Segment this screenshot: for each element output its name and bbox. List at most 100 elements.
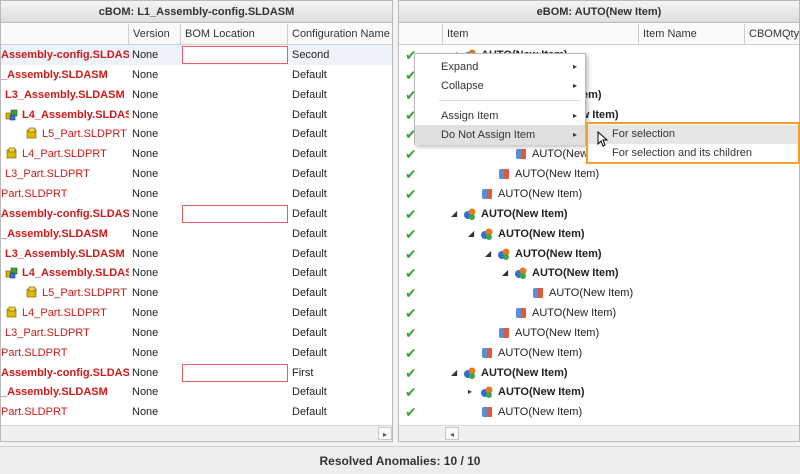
bom-location-field[interactable] — [182, 46, 288, 64]
cbom-row-name: L5_Part.SLDPRT — [42, 128, 127, 141]
part-icon — [5, 147, 19, 161]
ebom-col-item[interactable]: Item — [443, 24, 639, 45]
context-menu: Expand ▸ Collapse ▸ Assign Item ▸ Do Not… — [414, 53, 586, 145]
ebom-row[interactable]: ✔ AUTO(New Item) — [399, 164, 799, 184]
tree-expander-icon[interactable]: ◢ — [485, 244, 491, 264]
ebom-row[interactable]: ✔ ◢ AUTO(New Item) — [399, 204, 799, 224]
ebom-row[interactable]: ✔ ▸ AUTO(New Item) — [399, 382, 799, 402]
cbom-row[interactable]: Part.SLDPRT None Default — [1, 402, 392, 422]
check-icon: ✔ — [405, 166, 417, 183]
menu-item-assign-item[interactable]: Assign Item ▸ — [415, 106, 585, 126]
cbom-row[interactable]: L3_Assembly.SLDASM None Default — [1, 85, 392, 105]
tree-expander-icon[interactable]: ▸ — [468, 382, 472, 402]
cbom-row-version: None — [132, 307, 159, 320]
scroll-right-icon[interactable]: ▸ — [378, 427, 392, 440]
check-icon: ✔ — [405, 185, 417, 202]
scroll-left-icon[interactable]: ◂ — [445, 427, 459, 440]
ebom-row[interactable]: ✔ ◢ AUTO(New Item) — [399, 244, 799, 264]
cbom-row[interactable]: Part.SLDPRT None Default — [1, 343, 392, 363]
menu-item-do-not-assign-item[interactable]: Do Not Assign Item ▸ — [415, 125, 585, 145]
check-icon: ✔ — [405, 225, 417, 242]
tree-expander-icon[interactable]: ◢ — [468, 224, 474, 244]
submenu-item-for-selection[interactable]: For selection — [588, 125, 798, 144]
cbom-row[interactable]: L4_Assembly.SLDASMNone Default — [1, 105, 392, 125]
cbom-row-configuration: Default — [292, 88, 327, 101]
cbom-row[interactable]: L3_Assembly.SLDASM None Default — [1, 244, 392, 264]
ebom-row-item: AUTO(New Item) — [481, 366, 568, 379]
cbom-row[interactable]: L4_Part.SLDPRT None Default — [1, 144, 392, 164]
cbom-row-configuration: Default — [292, 406, 327, 419]
assembly-icon — [463, 207, 477, 221]
cbom-row-name: Part.SLDPRT — [1, 187, 68, 200]
cbom-row-configuration: Default — [292, 247, 327, 260]
menu-item-expand[interactable]: Expand ▸ — [415, 57, 585, 77]
part-icon — [480, 187, 494, 201]
cbom-row-name: L4_Assembly.SLDASM — [22, 267, 129, 280]
ebom-row[interactable]: ✔ AUTO(New Item) — [399, 303, 799, 323]
cbom-row[interactable]: L3_Part.SLDPRT None Default — [1, 164, 392, 184]
ebom-col-status[interactable] — [399, 24, 443, 45]
ebom-col-item-name[interactable]: Item Name — [639, 24, 745, 45]
cbom-row-version: None — [132, 227, 159, 240]
cbom-row-version: None — [132, 386, 159, 399]
ebom-row[interactable]: ✔ ◢ AUTO(New Item) — [399, 224, 799, 244]
tree-expander-icon[interactable]: ◢ — [451, 204, 457, 224]
cbom-horizontal-scrollbar[interactable]: ▸ — [1, 425, 392, 441]
assembly-icon — [5, 266, 19, 280]
cbom-col-version[interactable]: Version — [129, 24, 181, 45]
check-icon: ✔ — [405, 344, 417, 361]
cbom-row-configuration: Default — [292, 128, 327, 141]
ebom-row[interactable]: ✔ AUTO(New Item) — [399, 283, 799, 303]
cbom-row[interactable]: L5_Part.SLDPRT None Default — [1, 124, 392, 144]
tree-expander-icon[interactable]: ◢ — [502, 263, 508, 283]
cbom-row-name: L4_Assembly.SLDASM — [22, 108, 129, 121]
ebom-col-cbomqty[interactable]: CBOMQty — [745, 24, 799, 45]
cbom-row[interactable]: L5_Part.SLDPRT None Default — [1, 283, 392, 303]
bom-location-field[interactable] — [182, 204, 288, 223]
ebom-row[interactable]: ✔ ◢ AUTO(New Item) — [399, 263, 799, 283]
cbom-row-version: None — [132, 88, 159, 101]
cbom-row-name: Part.SLDPRT — [1, 406, 68, 419]
assembly-icon — [480, 227, 494, 241]
cbom-row[interactable]: Assembly-config.SLDASM None First — [1, 363, 392, 383]
cbom-col-bom-location[interactable]: BOM Location — [181, 24, 288, 45]
part-icon — [497, 326, 511, 340]
bom-location-field[interactable] — [182, 363, 288, 382]
cbom-row[interactable]: L3_Part.SLDPRT None Default — [1, 323, 392, 343]
cbom-row[interactable]: Part.SLDPRT None Default — [1, 184, 392, 204]
submenu-item-for-selection-and-children[interactable]: For selection and its children — [588, 144, 798, 163]
cbom-row[interactable]: L4_Part.SLDPRT None Default — [1, 303, 392, 323]
ebom-row[interactable]: ✔ AUTO(New Item) — [399, 402, 799, 422]
do-not-assign-submenu: For selection For selection and its chil… — [586, 122, 800, 164]
cbom-row[interactable]: _Assembly.SLDASM None Default — [1, 224, 392, 244]
cbom-col-configuration-name[interactable]: Configuration Name — [288, 24, 392, 45]
ebom-row[interactable]: ✔ AUTO(New Item) — [399, 343, 799, 363]
cbom-row[interactable]: L4_Assembly.SLDASMNone Default — [1, 263, 392, 283]
cbom-row-version: None — [132, 346, 159, 359]
ebom-row[interactable]: ✔ AUTO(New Item) — [399, 323, 799, 343]
cbom-col-name[interactable] — [1, 24, 129, 45]
part-icon — [480, 346, 494, 360]
part-icon — [5, 306, 19, 320]
cbom-row[interactable]: Assembly-config.SLDASM None Second — [1, 45, 392, 65]
ebom-row[interactable]: ✔ AUTO(New Item) — [399, 184, 799, 204]
check-icon: ✔ — [405, 384, 417, 401]
cbom-row-name: _Assembly.SLDASM — [1, 68, 108, 81]
cbom-row[interactable]: _Assembly.SLDASM None Default — [1, 382, 392, 402]
ebom-horizontal-scrollbar[interactable]: ◂ — [399, 425, 799, 441]
cbom-pane: cBOM: L1_Assembly-config.SLDASM Version … — [0, 0, 393, 442]
menu-item-collapse[interactable]: Collapse ▸ — [415, 76, 585, 96]
ebom-row[interactable]: ✔ ◢ AUTO(New Item) — [399, 363, 799, 383]
part-icon — [531, 286, 545, 300]
cbom-row[interactable]: _Assembly.SLDASM None Default — [1, 65, 392, 85]
cbom-row-name: L3_Part.SLDPRT — [5, 326, 90, 339]
cbom-row-version: None — [132, 68, 159, 81]
ebom-row-item: AUTO(New Item) — [498, 386, 585, 399]
cbom-row[interactable]: Assembly-config.SLDASM None Default — [1, 204, 392, 224]
ebom-row-item: AUTO(New Item) — [481, 207, 568, 220]
assembly-icon — [5, 108, 19, 122]
cbom-row-version: None — [132, 108, 159, 121]
check-icon: ✔ — [405, 205, 417, 222]
tree-expander-icon[interactable]: ◢ — [451, 363, 457, 383]
cbom-row-version: None — [132, 406, 159, 419]
